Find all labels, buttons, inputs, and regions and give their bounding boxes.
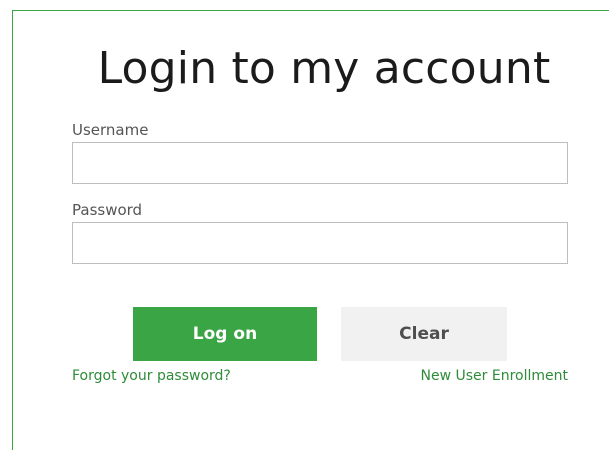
password-label: Password [72, 201, 143, 219]
log-on-button[interactable]: Log on [133, 307, 317, 361]
password-input[interactable] [72, 222, 568, 264]
username-input[interactable] [72, 142, 568, 184]
login-panel: Login to my account Username Password Lo… [12, 10, 609, 450]
forgot-password-link[interactable]: Forgot your password? [72, 367, 231, 385]
username-label: Username [72, 121, 149, 139]
clear-button[interactable]: Clear [341, 307, 507, 361]
new-user-enrollment-link[interactable]: New User Enrollment [421, 367, 568, 385]
page-title: Login to my account [97, 43, 551, 94]
